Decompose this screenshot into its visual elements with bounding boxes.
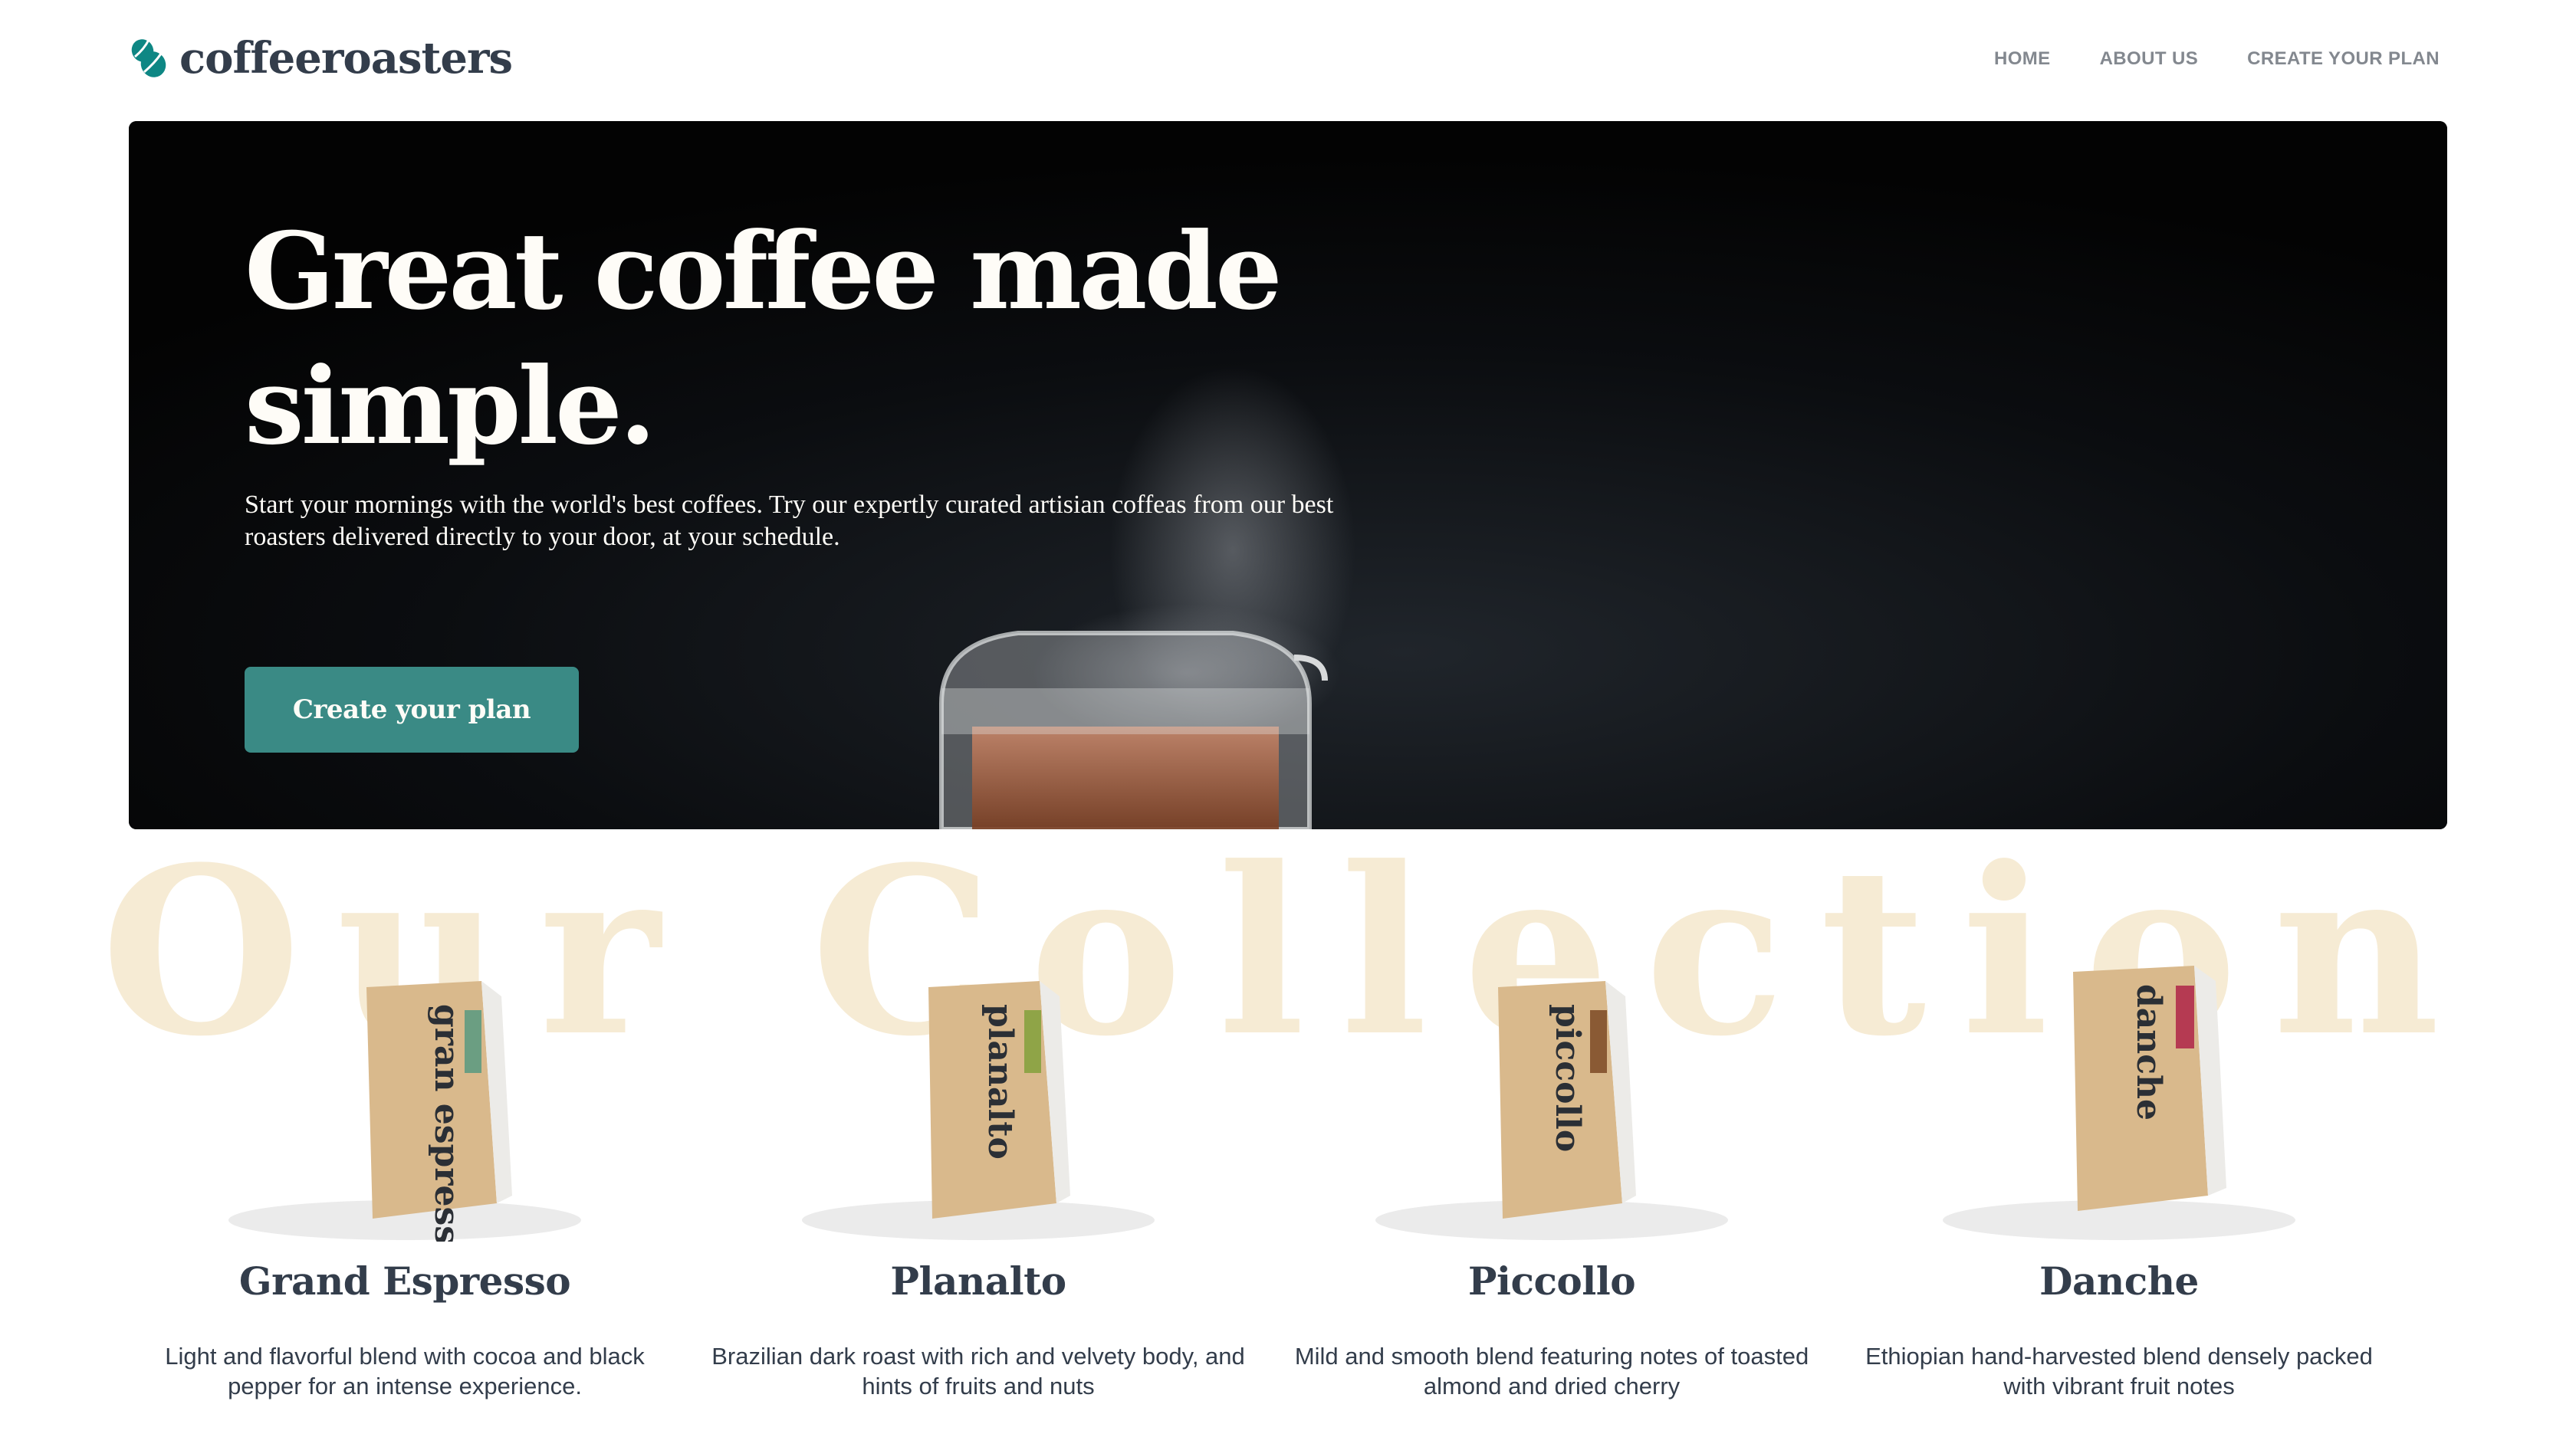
hero-section: Great coffee made simple. Start your mor… [129,121,2447,829]
pack-color-tag [465,1010,481,1073]
pack-color-tag [2176,986,2194,1048]
coffee-pack-image: gran espresso [228,981,581,1242]
pack-label: piccollo [1548,1004,1587,1152]
logo-text: coffeeroasters [179,33,513,84]
collection-list: gran espresso Grand Espresso Light and f… [129,950,2447,1447]
main-nav: HOME ABOUT US CREATE YOUR PLAN [1994,48,2440,71]
product-name: Piccollo [1467,1258,1636,1304]
product-description: Light and flavorful blend with cocoa and… [165,1343,645,1399]
coffee-pack-image: planalto [802,981,1155,1240]
pack-label: gran espresso [427,1004,466,1242]
pack-label: danche [2129,984,2168,1121]
hero-title: Great coffee made simple. [245,208,1283,468]
product-description: Ethiopian hand-harvested blend densely p… [1865,1343,2373,1399]
site-header: coffeeroasters HOME ABOUT US CREATE YOUR… [0,0,2576,121]
coffee-pack-image: danche [1943,966,2295,1240]
product-name: Danche [2039,1258,2199,1304]
nav-create-your-plan[interactable]: CREATE YOUR PLAN [2247,48,2440,71]
nav-home[interactable]: HOME [1994,48,2051,71]
create-plan-button[interactable]: Create your plan [245,667,579,753]
pack-color-tag [1590,1010,1607,1073]
nav-about-us[interactable]: ABOUT US [2100,48,2199,71]
coffee-bean-icon [131,39,166,77]
pack-color-tag [1024,1010,1041,1073]
product-name: Planalto [890,1258,1066,1304]
logo[interactable]: coffeeroasters [129,33,513,84]
product-description: Mild and smooth blend featuring notes of… [1294,1343,1809,1399]
product-name: Grand Espresso [238,1258,571,1304]
hero-description: Start your mornings with the world's bes… [245,491,1334,551]
coffee-pack-image: piccollo [1375,981,1728,1240]
pack-label: planalto [981,1004,1020,1160]
product-description: Brazilian dark roast with rich and velve… [711,1343,1245,1399]
